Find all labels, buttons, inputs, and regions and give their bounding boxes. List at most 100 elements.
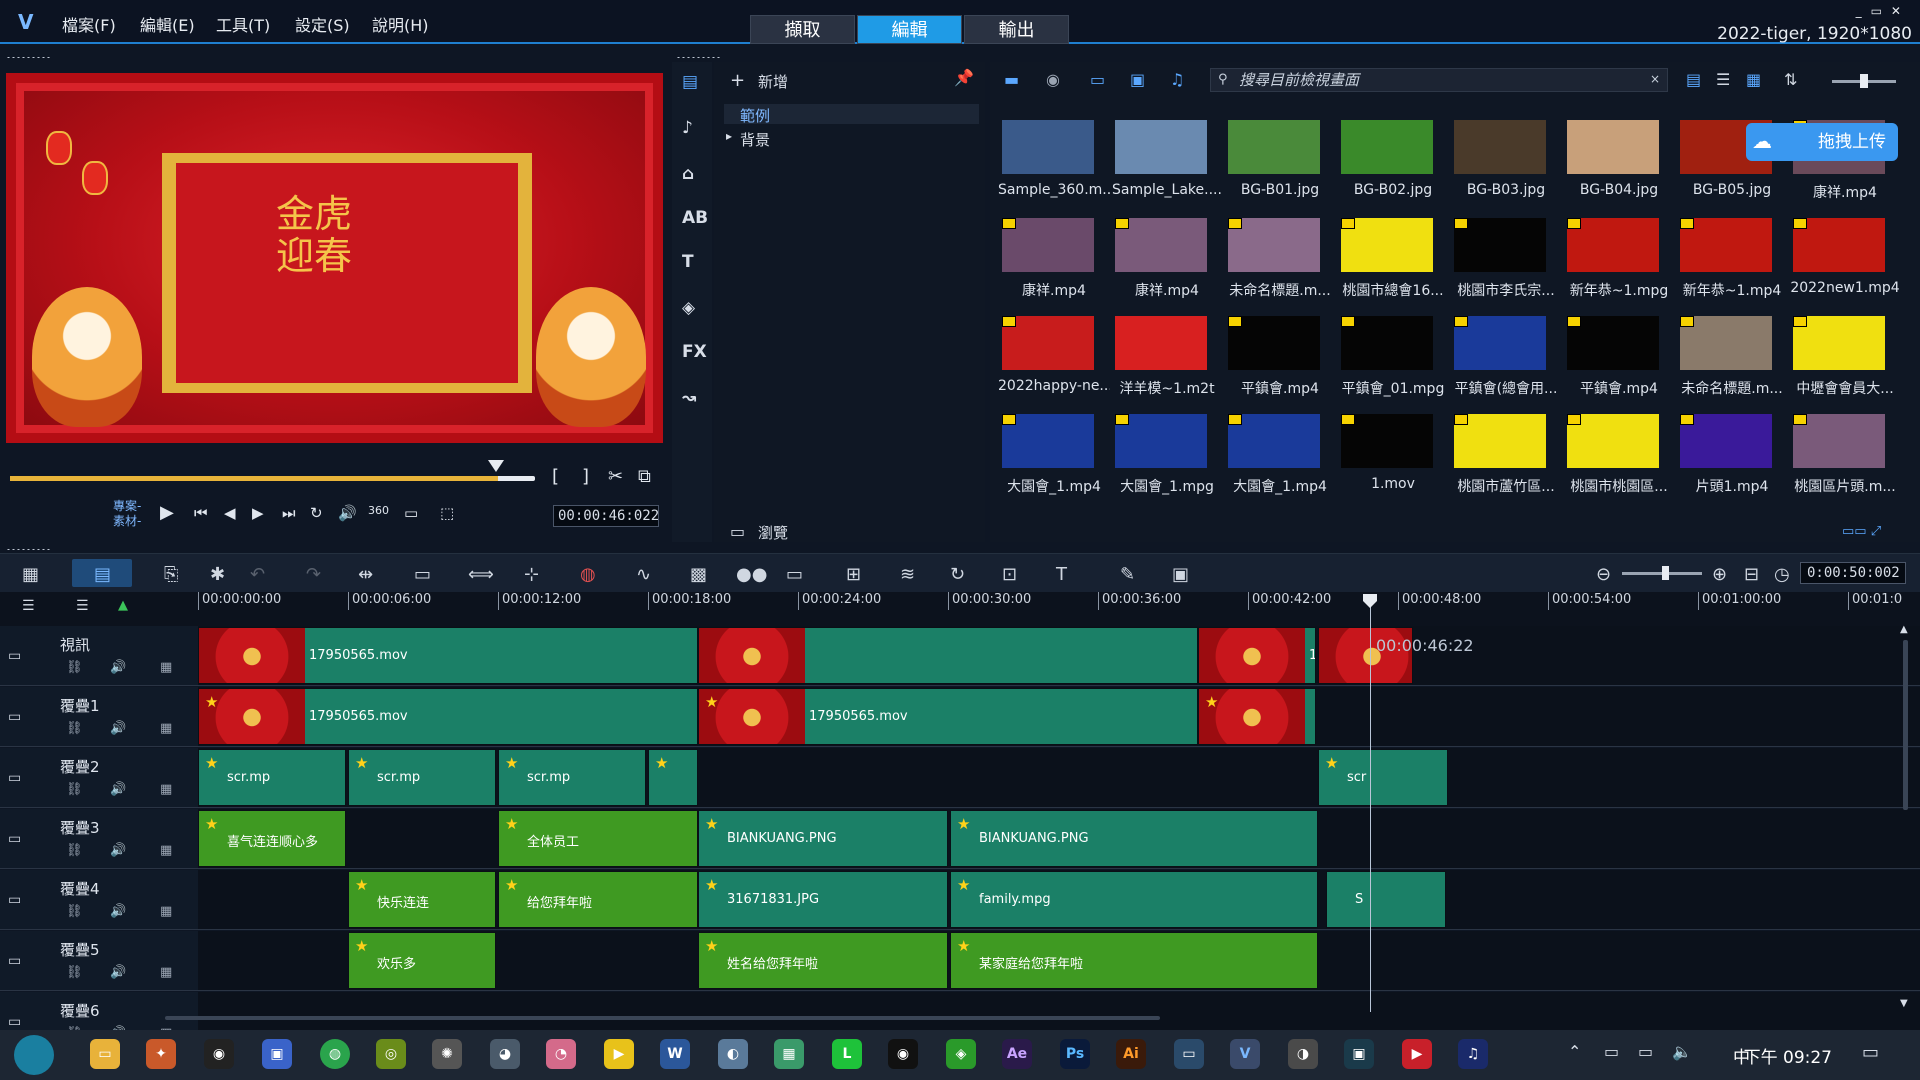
library-thumbnail[interactable]: 片頭1.mp4 — [1676, 410, 1786, 506]
network-icon[interactable]: ▭ — [1638, 1042, 1653, 1061]
library-thumbnail[interactable]: 康祥.mp4 — [1111, 214, 1221, 310]
audio-wave-icon[interactable]: ∿ — [636, 564, 651, 585]
repeat-icon[interactable]: ↻ — [310, 504, 323, 522]
redo-icon[interactable]: ↷ — [306, 564, 321, 585]
library-thumbnail[interactable]: 洋羊模~1.m2t — [1111, 312, 1221, 408]
media-player-icon[interactable]: ◉ — [204, 1039, 234, 1069]
add-marker-icon[interactable]: ▲ — [118, 598, 128, 613]
zoom-out-icon[interactable]: ⊖ — [1596, 564, 1611, 585]
media-icon[interactable]: ▤ — [682, 72, 698, 92]
sort-icon[interactable]: ⇅ — [1784, 70, 1797, 89]
timeline-clip[interactable]: ★ 欢乐多 — [348, 932, 496, 989]
project-mode-label[interactable]: 專案 — [113, 499, 137, 513]
track-row[interactable]: ★ scr.mp ★ scr.mp ★ scr.mp ★ ★ scr — [198, 748, 1920, 808]
filter-fx-icon[interactable]: FX — [682, 342, 707, 362]
zoom-slider-handle[interactable] — [1662, 566, 1669, 580]
tab-edit[interactable]: 編輯 — [857, 15, 962, 44]
trim-icon[interactable]: ⇹ — [358, 564, 373, 585]
app-icon[interactable]: ◑ — [1288, 1039, 1318, 1069]
library-thumbnail[interactable]: 大園會_1.mpg — [1111, 410, 1221, 506]
link-icon[interactable]: ⛓ — [66, 721, 83, 736]
track-row[interactable]: 17950565.mov 17950565.mov — [198, 626, 1920, 686]
search-input[interactable]: 搜尋目前檢視畫面 — [1210, 68, 1668, 92]
scrub-handle[interactable] — [488, 460, 504, 472]
rotate-icon[interactable]: ↻ — [950, 564, 965, 585]
mute-icon[interactable]: 🔊 — [110, 965, 126, 980]
timeline-clip[interactable]: ★ 17950565.mov — [198, 688, 698, 745]
library-thumbnail[interactable]: 平鎮會(總會用... — [1450, 312, 1560, 408]
timeline-view-icon[interactable]: ▤ — [94, 564, 111, 585]
aspect-ratio-icon[interactable]: ▭ — [404, 504, 418, 522]
library-thumbnail[interactable]: 未命名標題.m... — [1676, 312, 1786, 408]
previous-frame-icon[interactable]: ◀ — [224, 504, 236, 522]
grid-icon[interactable]: ▦ — [160, 721, 172, 736]
grid-icon[interactable]: ▦ — [160, 782, 172, 797]
chevron-right-icon[interactable]: ▸ — [726, 129, 732, 143]
multicam-icon[interactable]: ▩ — [690, 564, 707, 585]
graphics-icon[interactable]: ◈ — [682, 298, 695, 318]
photoshop-icon[interactable]: Ps — [1060, 1039, 1090, 1069]
library-thumbnail[interactable]: 2022happy-ne... — [998, 312, 1110, 408]
timeline-clip[interactable]: ★ BIANKUANG.PNG — [950, 810, 1318, 867]
grid-icon[interactable]: ▦ — [160, 904, 172, 919]
timeline-clip[interactable]: ★ 快乐连连 — [348, 871, 496, 928]
library-thumbnail[interactable]: 中壢會會員大... — [1789, 312, 1899, 408]
mark-out-button[interactable]: ] — [582, 466, 589, 487]
library-thumbnail[interactable]: 新年恭~1.mpg — [1563, 214, 1673, 310]
menu-tools[interactable]: 工具(T) — [216, 12, 270, 36]
timeline-timecode[interactable]: 0:00:50:002 — [1800, 562, 1906, 584]
chevron-up-icon[interactable]: ⌃ — [1568, 1042, 1581, 1061]
grid-icon[interactable]: ▦ — [160, 965, 172, 980]
scroll-up-icon[interactable]: ▲ — [1900, 624, 1908, 635]
instant-project-icon[interactable]: ⌂ — [682, 164, 694, 184]
app-icon[interactable]: ▭ — [1174, 1039, 1204, 1069]
app-icon[interactable]: ◕ — [490, 1039, 520, 1069]
volume-icon[interactable]: 🔊 — [338, 504, 357, 522]
clip-mode-label[interactable]: 素材 — [113, 514, 137, 528]
mask-icon[interactable]: ●● — [736, 564, 767, 585]
track-header[interactable]: ▭ 覆疊5 ⛓ 🔊 ▦ — [0, 931, 198, 991]
go-to-end-icon[interactable]: ⏭ — [282, 504, 296, 522]
link-icon[interactable]: ⛓ — [66, 843, 83, 858]
import-folder-icon[interactable]: ▬ — [1004, 70, 1019, 89]
track-list-icon[interactable]: ☰ — [22, 598, 35, 614]
link-icon[interactable]: ⛓ — [66, 904, 83, 919]
library-thumbnail[interactable]: BG-B04.jpg — [1563, 116, 1673, 212]
timeline-clip[interactable]: 17950565.mov — [198, 627, 698, 684]
timeline-clip[interactable]: ★ 31671831.JPG — [698, 871, 948, 928]
window-controls[interactable]: _▭✕ — [1856, 4, 1910, 18]
timeline-clip[interactable]: ★ 某家庭给您拜年啦 — [950, 932, 1318, 989]
color-icon[interactable]: ◍ — [580, 564, 596, 585]
split-screen-icon[interactable]: ⊞ — [846, 564, 861, 585]
qq-icon[interactable]: ◉ — [888, 1039, 918, 1069]
chatgpt-icon[interactable]: ✺ — [432, 1039, 462, 1069]
timeline-clip[interactable]: ★ 17950565.mov — [698, 688, 1198, 745]
timeline-clip[interactable]: 17950565.mov — [1198, 627, 1316, 684]
app-icon[interactable]: ▣ — [1344, 1039, 1374, 1069]
tree-item-backgrounds[interactable]: ▸ 背景 — [724, 128, 979, 149]
slider-handle[interactable] — [1860, 74, 1868, 88]
app-icon[interactable]: ▣ — [262, 1039, 292, 1069]
timeline-clip[interactable]: ★ scr.mp — [198, 749, 346, 806]
play-icon[interactable]: ▶ — [160, 502, 174, 523]
browse-button[interactable]: 瀏覽 — [758, 522, 788, 543]
audio-icon[interactable]: ♪ — [682, 118, 693, 138]
app-icon[interactable]: ◐ — [718, 1039, 748, 1069]
transition-icon[interactable]: AB — [682, 208, 708, 228]
library-thumbnail[interactable]: Sample_Lake.... — [1111, 116, 1222, 212]
library-thumbnail[interactable]: 平鎮會_01.mpg — [1337, 312, 1447, 408]
library-thumbnail[interactable]: 桃園市桃園區... — [1563, 410, 1673, 506]
speaker-icon[interactable]: 🔈 — [1672, 1042, 1692, 1061]
timeline-clip[interactable]: ★ 给您拜年啦 — [498, 871, 698, 928]
panel-grip[interactable] — [676, 56, 722, 59]
app-icon[interactable]: ▶ — [604, 1039, 634, 1069]
library-thumbnail[interactable]: BG-B03.jpg — [1450, 116, 1560, 212]
panel-grip[interactable] — [6, 56, 52, 59]
track-header[interactable]: ▭ 覆疊3 ⛓ 🔊 ▦ — [0, 809, 198, 869]
notification-icon[interactable]: ▭ — [1862, 1042, 1879, 1063]
library-thumbnail[interactable]: 1.mov — [1337, 410, 1447, 506]
track-row[interactable]: ★ 快乐连连 ★ 给您拜年啦 ★ 31671831.JPG ★ family.mpg S — [198, 870, 1920, 930]
preview-window[interactable]: 金虎迎春 — [6, 73, 663, 443]
library-thumbnail[interactable]: 康祥.mp4 — [998, 214, 1108, 310]
timeline-clip[interactable]: ★ — [648, 749, 698, 806]
